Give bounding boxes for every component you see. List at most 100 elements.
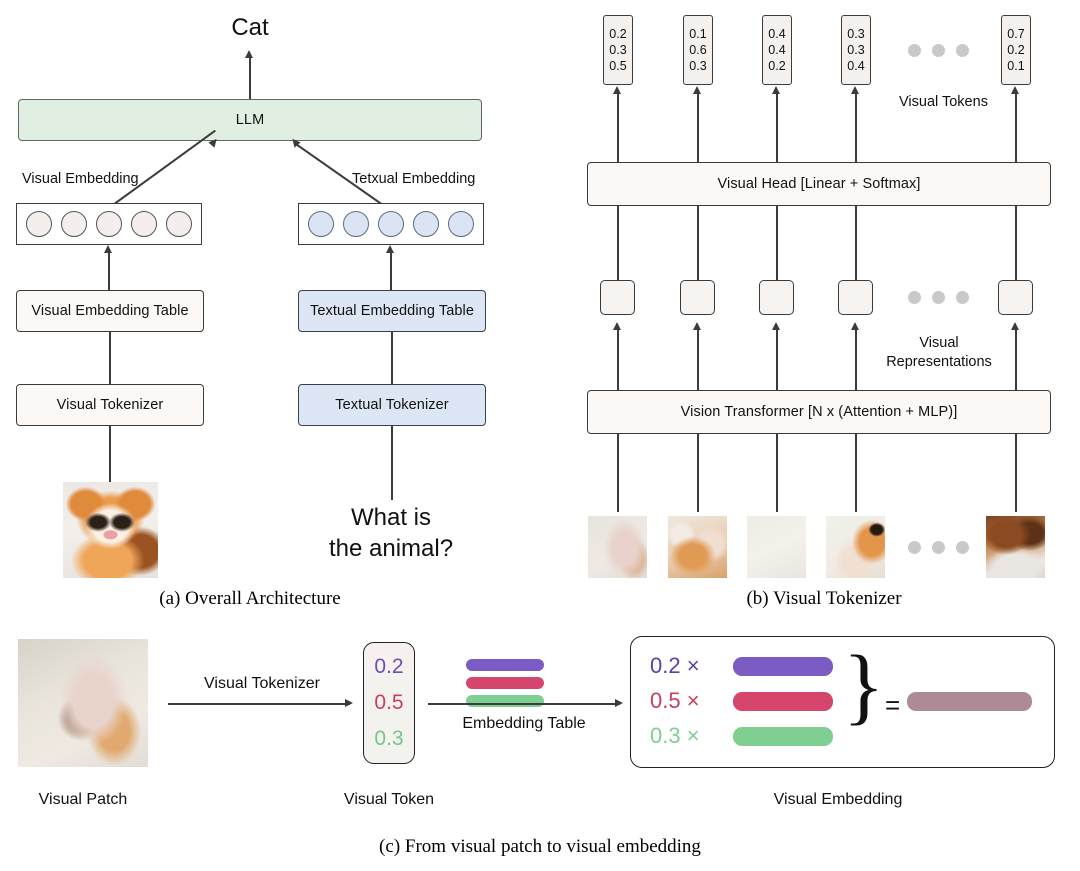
visual-token-box[interactable]: 0.2 0.3 0.5	[603, 15, 633, 85]
line-patch-to-vit	[1015, 434, 1017, 512]
visual-embedding-dot	[96, 211, 122, 237]
arrow-token-to-embedding	[428, 703, 620, 705]
arrow-patch-to-token	[168, 703, 350, 705]
cat-image	[63, 482, 158, 578]
line-repr-to-head	[617, 206, 619, 280]
visual-embedding-dot	[166, 211, 192, 237]
image-patch	[986, 516, 1045, 578]
textual-embedding-dot	[448, 211, 474, 237]
panel-b: 0.2 0.3 0.5 0.1 0.6 0.3 0.4 0.4 0.2 0.3 …	[570, 0, 1080, 615]
visual-patch-label: Visual Patch	[38, 791, 128, 808]
textual-embedding-table-label: Textual Embedding Table	[309, 303, 475, 319]
token-value: 0.6	[689, 43, 707, 57]
visual-token-pill[interactable]: 0.2 0.5 0.3	[363, 642, 415, 764]
arrow-vit-to-repr	[697, 329, 699, 390]
token-value: 0.3	[689, 59, 707, 73]
visual-representation-box[interactable]	[998, 280, 1033, 315]
vision-transformer-box[interactable]: Vision Transformer [N x (Attention + MLP…	[587, 390, 1051, 434]
visual-token-box[interactable]: 0.3 0.3 0.4	[841, 15, 871, 85]
visual-representations-label-line-1: Visual	[919, 335, 959, 351]
line-image-to-vtokenizer	[109, 426, 111, 482]
textual-embedding-row[interactable]	[298, 203, 484, 245]
visual-token-value: 0.3	[374, 727, 404, 750]
visual-tokens-label: Visual Tokens	[899, 94, 988, 110]
visual-head-box[interactable]: Visual Head [Linear + Softmax]	[587, 162, 1051, 206]
arrowhead-llm-to-output	[245, 50, 253, 58]
token-value: 0.2	[768, 59, 786, 73]
textual-embedding-dot	[308, 211, 334, 237]
visual-token-box[interactable]: 0.1 0.6 0.3	[683, 15, 713, 85]
visual-embedding-label: Visual Embedding	[773, 791, 903, 808]
line-repr-to-head	[855, 206, 857, 280]
image-patch	[668, 516, 727, 578]
visual-representation-box[interactable]	[600, 280, 635, 315]
line-repr-to-head	[1015, 206, 1017, 280]
textual-embedding-dot	[413, 211, 439, 237]
arrowhead-head-to-token	[851, 86, 859, 94]
token-value: 0.4	[847, 59, 865, 73]
coefficient-term: 0.5 ×	[650, 688, 700, 713]
visual-token-box[interactable]: 0.4 0.4 0.2	[762, 15, 792, 85]
token-value: 0.2	[609, 27, 627, 41]
embedding-vector-bar	[733, 727, 833, 746]
llm-box[interactable]: LLM	[18, 99, 482, 141]
embedding-table-bar	[466, 695, 544, 707]
visual-embedding-dot	[131, 211, 157, 237]
visual-embedding-table-box[interactable]: Visual Embedding Table	[16, 290, 204, 332]
line-repr-to-head	[697, 206, 699, 280]
line-repr-to-head	[776, 206, 778, 280]
coefficient-term: 0.3 ×	[650, 723, 700, 748]
panel-c: Visual Patch Visual Tokenizer 0.2 0.5 0.…	[0, 615, 1080, 871]
arrowhead-vit-to-repr	[613, 322, 621, 330]
line-patch-to-vit	[776, 434, 778, 512]
arrowhead-vit-to-repr	[772, 322, 780, 330]
panel-b-caption: (b) Visual Tokenizer	[746, 588, 902, 609]
embedding-vector-bar	[733, 692, 833, 711]
visual-tokenizer-arrow-label: Visual Tokenizer	[204, 675, 320, 692]
line-ttokenizer-to-ttable	[391, 332, 393, 384]
arrow-head-to-token	[617, 93, 619, 162]
textual-tokenizer-box[interactable]: Textual Tokenizer	[298, 384, 486, 426]
visual-representation-box[interactable]	[680, 280, 715, 315]
visual-token-box[interactable]: 0.7 0.2 0.1	[1001, 15, 1031, 85]
token-value: 0.4	[768, 27, 786, 41]
arrow-vit-to-repr	[1015, 329, 1017, 390]
arrowhead-head-to-token	[1011, 86, 1019, 94]
representation-ellipsis-icon	[908, 291, 969, 304]
visual-embedding-row[interactable]	[16, 203, 202, 245]
llm-label: LLM	[235, 112, 265, 128]
textual-tokenizer-label: Textual Tokenizer	[335, 397, 449, 413]
visual-representations-label-line-2: Representations	[886, 354, 992, 370]
panel-a: Cat LLM Visual Embedding Tetxual Embeddi…	[0, 0, 540, 615]
visual-representation-box[interactable]	[759, 280, 794, 315]
visual-tokenizer-box[interactable]: Visual Tokenizer	[16, 384, 204, 426]
line-question-to-ttokenizer	[391, 426, 393, 500]
embedding-table-bar	[466, 659, 544, 671]
output-text: Cat	[231, 14, 269, 41]
equals-sign: =	[885, 690, 901, 720]
token-value: 0.3	[847, 43, 865, 57]
token-value: 0.4	[768, 43, 786, 57]
line-patch-to-vit	[697, 434, 699, 512]
arrow-vtable-to-vrow	[108, 252, 110, 290]
textual-embedding-table-box[interactable]: Textual Embedding Table	[298, 290, 486, 332]
visual-representation-box[interactable]	[838, 280, 873, 315]
arrow-vit-to-repr	[776, 329, 778, 390]
arrow-head-to-token	[1015, 93, 1017, 162]
token-value: 0.3	[847, 27, 865, 41]
visual-embedding-dot	[26, 211, 52, 237]
textual-embedding-label: Tetxual Embedding	[352, 171, 476, 187]
result-embedding-bar	[907, 692, 1032, 711]
visual-tokenizer-label: Visual Tokenizer	[56, 397, 164, 413]
visual-patch-image	[18, 639, 148, 767]
visual-head-label: Visual Head [Linear + Softmax]	[717, 176, 921, 192]
arrowhead-vit-to-repr	[1011, 322, 1019, 330]
vision-transformer-label: Vision Transformer [N x (Attention + MLP…	[680, 404, 958, 420]
question-line-2: the animal?	[328, 535, 454, 562]
image-patch	[747, 516, 806, 578]
arrow-head-to-token	[855, 93, 857, 162]
arrow-ttable-to-trow	[390, 252, 392, 290]
arrowhead-head-to-token	[772, 86, 780, 94]
right-brace-icon: }	[843, 637, 885, 733]
arrowhead-vit-to-repr	[851, 322, 859, 330]
